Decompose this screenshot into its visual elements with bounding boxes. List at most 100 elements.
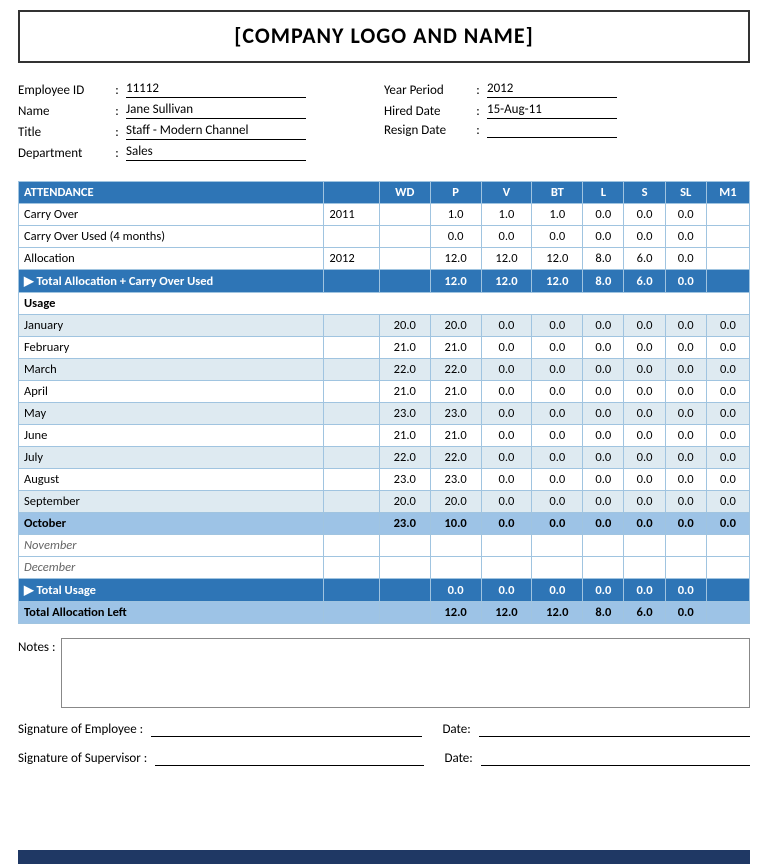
month-3-cell-4: 0.0 [481, 381, 532, 403]
usage-header-row: Usage [19, 293, 750, 315]
month-2-cell-3: 22.0 [430, 359, 481, 381]
info-value [487, 136, 617, 138]
info-row-right-2: Resign Date : [384, 123, 750, 138]
month-3-cell-9: 0.0 [706, 381, 749, 403]
total-alloc-cell-5: 12.0 [532, 270, 583, 293]
month-2-cell-4: 0.0 [481, 359, 532, 381]
month-4-cell-7: 0.0 [624, 403, 665, 425]
bottom-bar [18, 850, 750, 864]
month-6-cell-7: 0.0 [624, 447, 665, 469]
month-5-cell-4: 0.0 [481, 425, 532, 447]
carry-over-cell-9 [706, 204, 749, 226]
company-header: [COMPANY LOGO AND NAME] [18, 10, 750, 63]
total-alloc-left-cell-6: 8.0 [583, 602, 624, 624]
info-colon: : [469, 83, 487, 98]
allocation-cell-5: 12.0 [532, 248, 583, 270]
col-header-0: ATTENDANCE [19, 182, 324, 204]
month-9-row: October23.010.00.00.00.00.00.00.0 [19, 513, 750, 535]
month-1-cell-0: February [19, 337, 324, 359]
month-6-cell-4: 0.0 [481, 447, 532, 469]
carry-over-cell-7: 0.0 [624, 204, 665, 226]
carry-over-used-cell-1 [324, 226, 379, 248]
month-3-row: April21.021.00.00.00.00.00.00.0 [19, 381, 750, 403]
signature-row-1: Signature of Supervisor : Date: [18, 751, 750, 766]
total-alloc-cell-2 [379, 270, 430, 293]
allocation-cell-7: 6.0 [624, 248, 665, 270]
total-alloc-cell-8: 0.0 [665, 270, 706, 293]
col-header-3: P [430, 182, 481, 204]
month-2-row: March22.022.00.00.00.00.00.00.0 [19, 359, 750, 381]
month-0-cell-1 [324, 315, 379, 337]
info-label: Employee ID [18, 83, 108, 98]
month-10-cell-5 [532, 535, 583, 557]
month-1-cell-8: 0.0 [665, 337, 706, 359]
month-7-cell-1 [324, 469, 379, 491]
total-usage-cell-8: 0.0 [665, 579, 706, 602]
month-11-cell-9 [706, 557, 749, 579]
month-1-row: February21.021.00.00.00.00.00.00.0 [19, 337, 750, 359]
carry-over-used-cell-4: 0.0 [481, 226, 532, 248]
total-alloc-left-cell-5: 12.0 [532, 602, 583, 624]
month-6-cell-2: 22.0 [379, 447, 430, 469]
carry-over-row: Carry Over20111.01.01.00.00.00.0 [19, 204, 750, 226]
total-alloc-left-cell-3: 12.0 [430, 602, 481, 624]
info-row-right-1: Hired Date : 15-Aug-11 [384, 102, 750, 119]
carry-over-used-cell-5: 0.0 [532, 226, 583, 248]
carry-over-cell-2 [379, 204, 430, 226]
total-alloc-cell-1 [324, 270, 379, 293]
month-7-cell-5: 0.0 [532, 469, 583, 491]
month-0-cell-2: 20.0 [379, 315, 430, 337]
info-value: Staff - Modern Channel [126, 123, 306, 140]
month-10-cell-3 [430, 535, 481, 557]
notes-box[interactable] [61, 638, 750, 708]
info-value: 11112 [126, 81, 306, 98]
total-alloc-left-cell-9 [706, 602, 749, 624]
total-alloc-left-cell-0: Total Allocation Left [19, 602, 324, 624]
info-value: Jane Sullivan [126, 102, 306, 119]
col-header-1 [324, 182, 379, 204]
info-colon: : [108, 125, 126, 140]
month-7-cell-9: 0.0 [706, 469, 749, 491]
month-5-cell-1 [324, 425, 379, 447]
allocation-cell-2 [379, 248, 430, 270]
total-alloc-row: ▶ Total Allocation + Carry Over Used12.0… [19, 270, 750, 293]
allocation-cell-8: 0.0 [665, 248, 706, 270]
col-header-5: BT [532, 182, 583, 204]
month-2-cell-5: 0.0 [532, 359, 583, 381]
month-5-cell-8: 0.0 [665, 425, 706, 447]
allocation-row: Allocation201212.012.012.08.06.00.0 [19, 248, 750, 270]
month-1-cell-3: 21.0 [430, 337, 481, 359]
sig-label-0: Signature of Employee : [18, 722, 143, 737]
table-header-row: ATTENDANCEWDPVBTLSSLM1 [19, 182, 750, 204]
month-0-cell-5: 0.0 [532, 315, 583, 337]
month-1-cell-9: 0.0 [706, 337, 749, 359]
month-1-cell-5: 0.0 [532, 337, 583, 359]
month-8-cell-5: 0.0 [532, 491, 583, 513]
info-label: Title [18, 125, 108, 140]
page: [COMPANY LOGO AND NAME] Employee ID : 11… [0, 0, 768, 864]
signature-section: Signature of Employee : Date: Signature … [18, 722, 750, 780]
total-alloc-cell-3: 12.0 [430, 270, 481, 293]
info-row-left-0: Employee ID : 11112 [18, 81, 384, 98]
month-6-cell-9: 0.0 [706, 447, 749, 469]
col-header-8: SL [665, 182, 706, 204]
total-alloc-left-cell-4: 12.0 [481, 602, 532, 624]
month-9-cell-6: 0.0 [583, 513, 624, 535]
info-left: Employee ID : 11112 Name : Jane Sullivan… [18, 81, 384, 165]
month-5-cell-6: 0.0 [583, 425, 624, 447]
month-11-cell-7 [624, 557, 665, 579]
month-3-cell-6: 0.0 [583, 381, 624, 403]
sig-line-0 [151, 736, 422, 737]
info-label: Year Period [384, 83, 469, 98]
month-8-cell-4: 0.0 [481, 491, 532, 513]
carry-over-cell-0: Carry Over [19, 204, 324, 226]
month-7-cell-7: 0.0 [624, 469, 665, 491]
month-0-row: January20.020.00.00.00.00.00.00.0 [19, 315, 750, 337]
col-header-9: M1 [706, 182, 749, 204]
month-1-cell-2: 21.0 [379, 337, 430, 359]
total-usage-cell-6: 0.0 [583, 579, 624, 602]
month-4-cell-9: 0.0 [706, 403, 749, 425]
month-11-cell-4 [481, 557, 532, 579]
carry-over-cell-8: 0.0 [665, 204, 706, 226]
month-7-cell-3: 23.0 [430, 469, 481, 491]
